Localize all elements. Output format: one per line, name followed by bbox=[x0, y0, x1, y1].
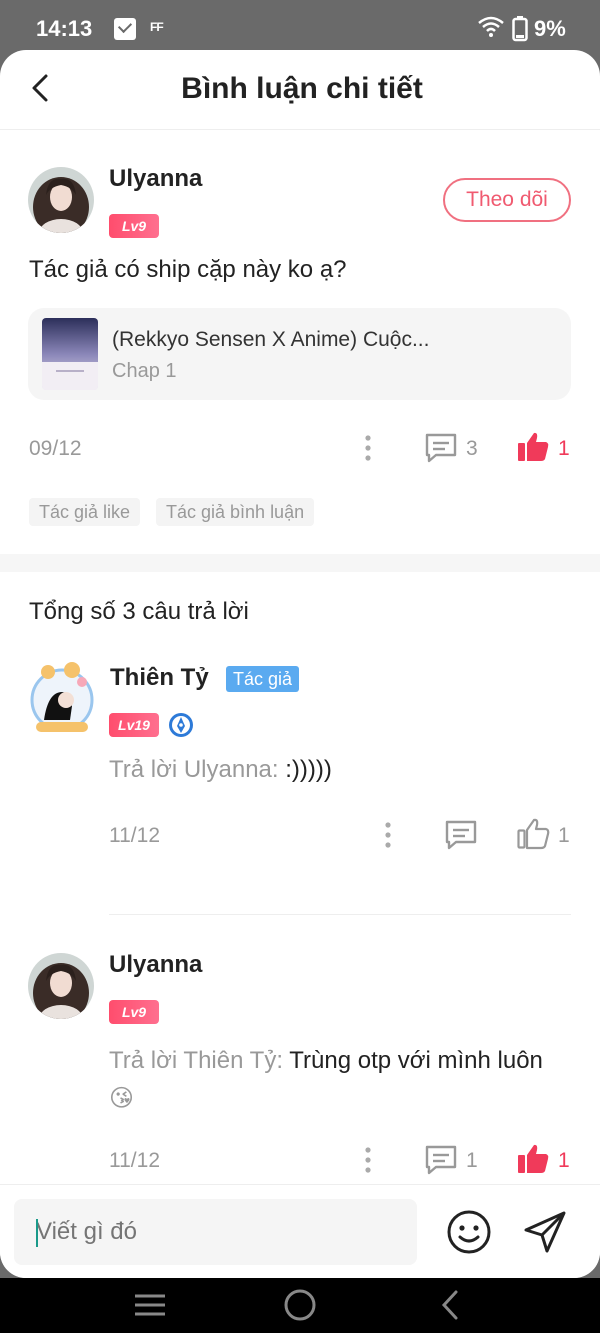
reply-username[interactable]: Thiên Tỷ bbox=[110, 664, 209, 692]
reply-text: Trả lời Ulyanna: :))))) bbox=[109, 756, 332, 784]
nav-back-icon[interactable] bbox=[436, 1288, 464, 1322]
home-icon[interactable] bbox=[283, 1288, 317, 1322]
like-count: 1 bbox=[558, 1149, 570, 1172]
follow-button[interactable]: Theo dõi bbox=[443, 178, 571, 222]
level-badge: Lv19 bbox=[109, 713, 159, 737]
system-nav-bar bbox=[0, 1278, 600, 1333]
comment-detail-sheet: Bình luận chi tiết Ulyanna Lv9 Theo dõi … bbox=[0, 50, 600, 1278]
reply-count: 1 bbox=[466, 1149, 478, 1172]
text-cursor bbox=[36, 1219, 38, 1247]
comment-icon[interactable] bbox=[444, 819, 478, 851]
more-icon[interactable] bbox=[382, 821, 394, 849]
replies-count-title: Tổng số 3 câu trả lời bbox=[29, 598, 249, 625]
avatar[interactable] bbox=[28, 167, 94, 233]
author-badge: Tác giả bbox=[226, 666, 300, 692]
like-count: 1 bbox=[558, 437, 570, 460]
comment-date: 09/12 bbox=[29, 437, 82, 460]
reply-username[interactable]: Ulyanna bbox=[109, 951, 202, 979]
comment-input-bar bbox=[0, 1184, 600, 1278]
menu-icon[interactable] bbox=[132, 1290, 168, 1320]
comment-username[interactable]: Ulyanna bbox=[109, 165, 202, 193]
avatar[interactable] bbox=[26, 662, 98, 734]
story-title: (Rekkyo Sensen X Anime) Cuộc... bbox=[112, 328, 430, 351]
comment-text: Tác giả có ship cặp này ko ạ? bbox=[29, 256, 347, 283]
reply-message: :))))) bbox=[278, 756, 332, 783]
reply-divider bbox=[109, 914, 571, 915]
battery-icon bbox=[512, 16, 528, 42]
more-icon[interactable] bbox=[362, 434, 374, 462]
reply-count: 3 bbox=[466, 437, 478, 460]
reply-text: Trả lời Thiên Tỷ: Trùng otp với mình luô… bbox=[109, 1042, 579, 1118]
reply-message: Trùng otp với mình luôn bbox=[283, 1047, 543, 1074]
pen-medal-icon bbox=[169, 713, 193, 737]
story-card[interactable]: (Rekkyo Sensen X Anime) Cuộc... Chap 1 bbox=[28, 308, 571, 400]
reply-prefix: Trả lời Ulyanna: bbox=[109, 756, 279, 783]
level-badge: Lv9 bbox=[109, 214, 159, 238]
wifi-icon bbox=[478, 16, 504, 37]
like-icon[interactable] bbox=[516, 818, 550, 850]
page-title: Bình luận chi tiết bbox=[181, 72, 423, 105]
tag-author-comment: Tác giả bình luận bbox=[156, 498, 315, 526]
reply-date: 11/12 bbox=[109, 824, 160, 847]
like-icon[interactable] bbox=[516, 431, 550, 463]
emoji-icon[interactable] bbox=[446, 1209, 492, 1255]
ff-notification-icon: FF bbox=[150, 20, 164, 34]
comment-icon[interactable] bbox=[424, 432, 458, 464]
comment-input[interactable] bbox=[14, 1199, 417, 1265]
reply-date: 11/12 bbox=[109, 1149, 160, 1172]
mail-notification-icon bbox=[114, 18, 136, 40]
level-badge: Lv9 bbox=[109, 1000, 159, 1024]
reply-prefix: Trả lời Thiên Tỷ: bbox=[109, 1047, 284, 1074]
like-icon[interactable] bbox=[516, 1143, 550, 1175]
header: Bình luận chi tiết bbox=[0, 50, 600, 130]
tag-author-like: Tác giả like bbox=[29, 498, 141, 526]
kiss-emoji-icon: 😘 bbox=[109, 1085, 135, 1112]
story-cover bbox=[42, 318, 98, 390]
avatar[interactable] bbox=[28, 953, 94, 1019]
comment-icon[interactable] bbox=[424, 1144, 458, 1176]
status-time: 14:13 bbox=[36, 16, 93, 41]
story-chapter: Chap 1 bbox=[112, 360, 177, 382]
section-divider bbox=[0, 554, 600, 572]
battery-percent: 9% bbox=[534, 16, 566, 41]
like-count: 1 bbox=[558, 824, 570, 847]
more-icon[interactable] bbox=[362, 1146, 374, 1174]
send-icon[interactable] bbox=[522, 1209, 568, 1255]
